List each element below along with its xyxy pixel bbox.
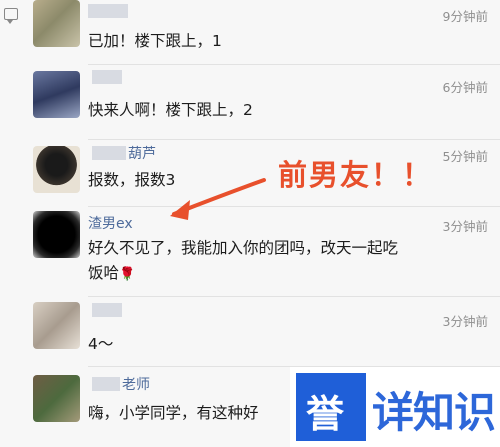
avatar[interactable] (33, 302, 80, 349)
watermark-logo: 誉 详知识 (290, 367, 500, 447)
comment-item[interactable]: 3分钟前 4～ (0, 297, 500, 367)
comment-text-line-2: 饭哈🌹 (88, 261, 135, 287)
annotation-text: 前男友！！ (278, 158, 434, 192)
comment-time: 5分钟前 (442, 149, 488, 164)
comment-time: 9分钟前 (442, 9, 488, 24)
avatar[interactable] (33, 375, 80, 422)
comment-item[interactable]: 6分钟前 快来人啊！楼下跟上，2 (0, 65, 500, 140)
avatar[interactable] (33, 0, 80, 47)
avatar[interactable] (33, 211, 80, 258)
comment-text: 4～ (88, 335, 114, 353)
username-redacted (92, 303, 122, 317)
username-redacted (92, 146, 126, 160)
username[interactable]: 老师 (122, 374, 150, 394)
comment-text: 嗨，小学同学，有这种好 (88, 404, 259, 422)
username[interactable]: 渣男ex (88, 213, 133, 233)
comment-text-line-1: 好久不见了，我能加入你的团吗，改天一起吃 (88, 239, 399, 257)
comment-time: 6分钟前 (442, 80, 488, 95)
avatar[interactable] (33, 71, 80, 118)
avatar[interactable] (33, 146, 80, 193)
comment-text-line-2-text: 饭哈 (88, 264, 120, 282)
comment-item[interactable]: 9分钟前 已加！楼下跟上，1 (0, 0, 500, 65)
logo-badge: 誉 (296, 373, 366, 441)
comment-text: 已加！楼下跟上，1 (88, 32, 222, 50)
username-redacted (92, 70, 122, 84)
rose-emoji-icon: 🌹 (119, 267, 136, 282)
username-redacted (92, 377, 120, 391)
comment-time: 3分钟前 (442, 219, 488, 234)
username-redacted (88, 4, 128, 18)
logo-mark: 誉 (306, 392, 345, 436)
logo-text: 详知识 (372, 388, 496, 437)
comment-text: 快来人啊！楼下跟上，2 (88, 101, 253, 119)
annotation-arrow-icon (170, 178, 266, 220)
comment-time: 3分钟前 (442, 314, 488, 329)
username[interactable]: 葫芦 (128, 143, 156, 163)
